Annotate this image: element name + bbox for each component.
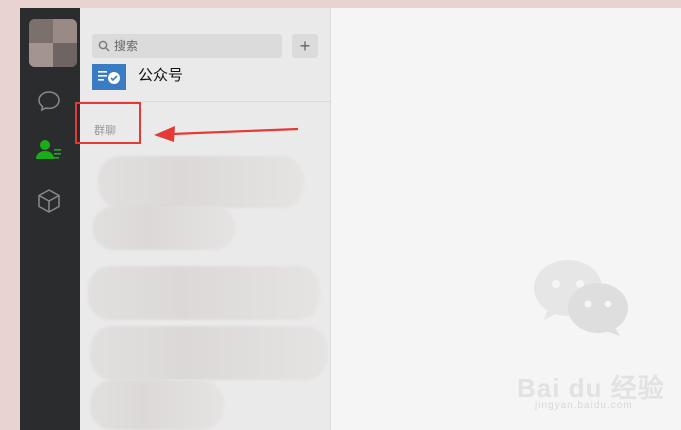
annotation-arrow-icon [154,126,299,142]
